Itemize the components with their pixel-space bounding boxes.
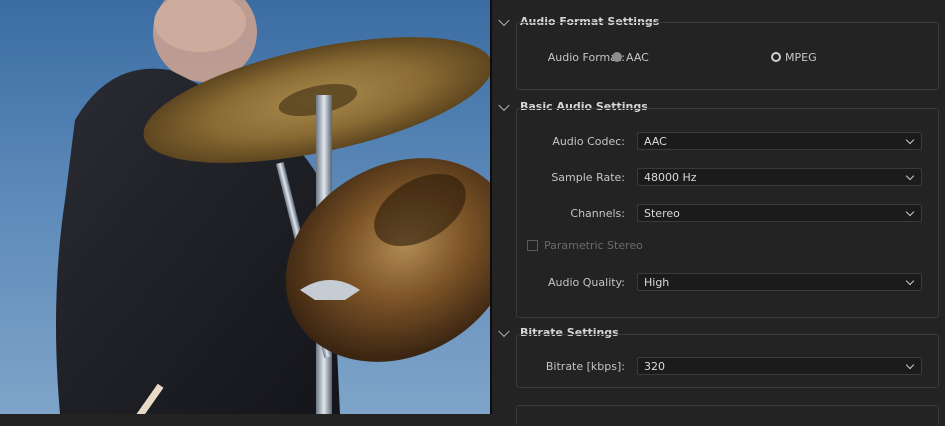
chevron-down-icon[interactable]: [498, 99, 510, 111]
chevron-down-icon: [905, 276, 915, 286]
select-value: High: [644, 275, 670, 289]
sample-rate-select[interactable]: 48000 Hz: [637, 168, 922, 186]
audio-settings-panel: Audio Format Settings Audio Format: AAC …: [492, 0, 945, 426]
video-preview: [0, 0, 490, 414]
bitrate-select[interactable]: 320: [637, 357, 922, 375]
select-value: Stereo: [644, 206, 680, 220]
radio-aac[interactable]: AAC: [612, 51, 649, 64]
radio-mpeg[interactable]: MPEG: [771, 51, 817, 64]
select-value: AAC: [644, 134, 667, 148]
radio-label: MPEG: [785, 50, 817, 64]
chevron-down-icon: [905, 171, 915, 181]
chevron-down-icon: [905, 207, 915, 217]
bitrate-row: Bitrate [kbps]: 320: [517, 356, 938, 376]
parametric-stereo-label: Parametric Stereo: [544, 239, 643, 252]
chevron-down-icon[interactable]: [498, 14, 510, 26]
channels-label: Channels:: [570, 206, 625, 220]
basic-audio-section: Audio Codec: AAC Sample Rate: 48000 Hz C…: [516, 108, 939, 318]
audio-format-row: Audio Format: AAC MPEG: [517, 47, 938, 67]
audio-codec-select[interactable]: AAC: [637, 132, 922, 150]
select-value: 320: [644, 359, 665, 373]
audio-quality-select[interactable]: High: [637, 273, 922, 291]
audio-codec-row: Audio Codec: AAC: [517, 131, 938, 151]
radio-selected-icon[interactable]: [612, 52, 622, 62]
parametric-stereo-checkbox[interactable]: [527, 240, 538, 251]
channels-row: Channels: Stereo: [517, 203, 938, 223]
sample-rate-label: Sample Rate:: [551, 170, 625, 184]
parametric-stereo-checkbox-row[interactable]: Parametric Stereo: [527, 239, 643, 252]
sample-rate-row: Sample Rate: 48000 Hz: [517, 167, 938, 187]
chevron-down-icon: [905, 135, 915, 145]
next-section-edge: [516, 405, 939, 426]
select-value: 48000 Hz: [644, 170, 697, 184]
audio-codec-label: Audio Codec:: [552, 134, 625, 148]
bitrate-label: Bitrate [kbps]:: [545, 359, 625, 373]
radio-label: AAC: [626, 50, 649, 64]
audio-quality-label: Audio Quality:: [548, 275, 625, 289]
chevron-down-icon[interactable]: [498, 325, 510, 337]
bitrate-section: Bitrate [kbps]: 320: [516, 334, 939, 388]
audio-quality-row: Audio Quality: High: [517, 272, 938, 292]
chevron-down-icon: [905, 360, 915, 370]
preview-frame-image: [56, 0, 490, 414]
channels-select[interactable]: Stereo: [637, 204, 922, 222]
radio-unselected-icon[interactable]: [771, 52, 781, 62]
audio-format-section: Audio Format: AAC MPEG: [516, 22, 939, 90]
